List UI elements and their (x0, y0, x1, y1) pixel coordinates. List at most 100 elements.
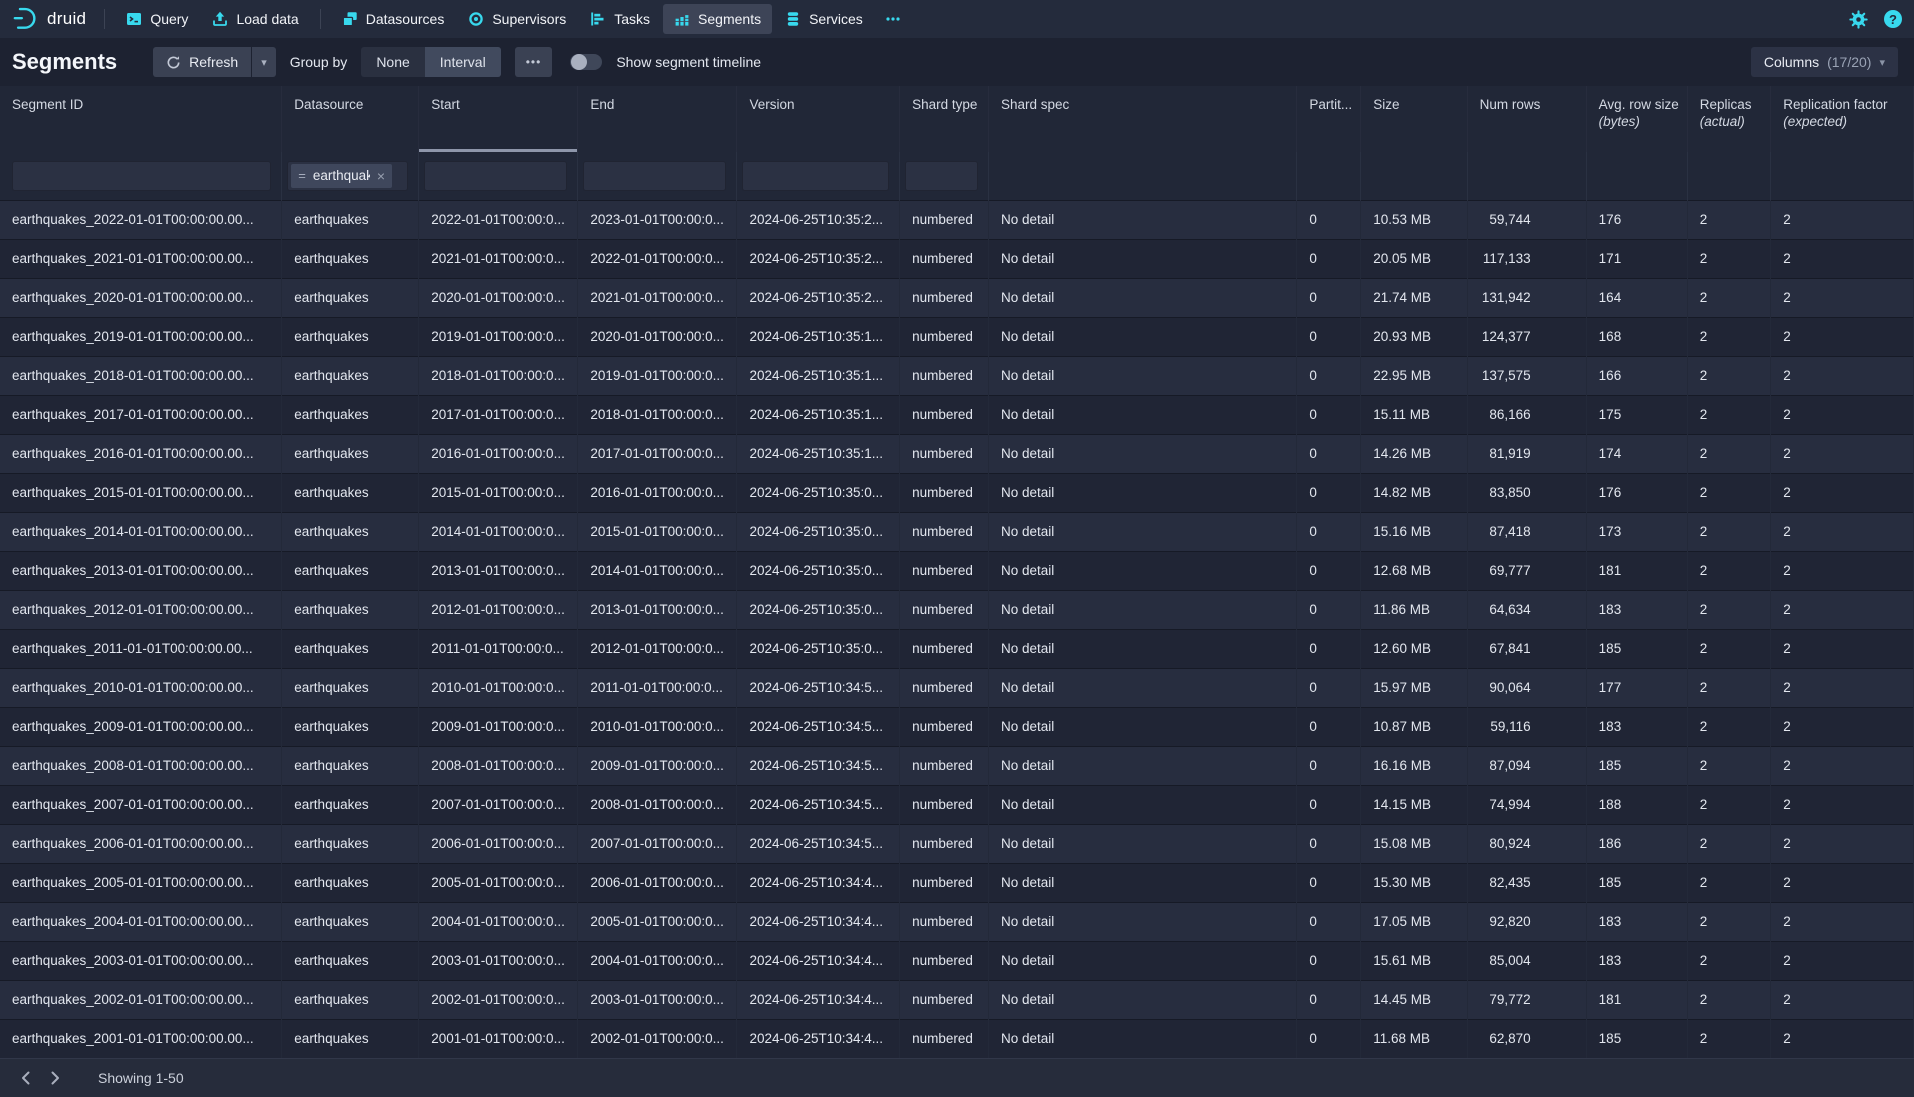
segment-row[interactable]: earthquakes_2005-01-01T00:00:00.00...ear… (0, 863, 1914, 902)
column-header-partit[interactable]: Partit... (1297, 86, 1361, 152)
segment-timeline-toggle[interactable] (570, 54, 602, 70)
previous-page-button[interactable] (10, 1063, 40, 1093)
segment-row[interactable]: earthquakes_2017-01-01T00:00:00.00...ear… (0, 395, 1914, 434)
cell-end: 2014-01-01T00:00:0... (578, 551, 737, 590)
cell-avg-row-size: 173 (1586, 512, 1687, 551)
segment-row[interactable]: earthquakes_2012-01-01T00:00:00.00...ear… (0, 590, 1914, 629)
column-header-replication-factor[interactable]: Replication factor(expected) (1771, 86, 1914, 152)
gear-icon[interactable] (1849, 10, 1868, 29)
segment-row[interactable]: earthquakes_2004-01-01T00:00:00.00...ear… (0, 902, 1914, 941)
filter-row: =earthquakes× (0, 152, 1914, 200)
column-header-end[interactable]: End (578, 86, 737, 152)
cell-segment-id: earthquakes_2012-01-01T00:00:00.00... (0, 590, 282, 629)
nav-item-supervisors[interactable]: Supervisors (457, 4, 577, 34)
segment-row[interactable]: earthquakes_2009-01-01T00:00:00.00...ear… (0, 707, 1914, 746)
druid-logo[interactable]: druid (12, 5, 86, 34)
nav-item-query[interactable]: Query (115, 4, 199, 34)
filter-input-segment-id[interactable] (12, 161, 271, 191)
filter-input-version[interactable] (742, 161, 889, 191)
column-header-start[interactable]: Start (419, 86, 578, 152)
segment-row[interactable]: earthquakes_2018-01-01T00:00:00.00...ear… (0, 356, 1914, 395)
close-icon[interactable]: × (377, 168, 385, 184)
cell-end: 2018-01-01T00:00:0... (578, 395, 737, 434)
nav-item-services[interactable]: Services (774, 4, 874, 34)
cell-shard-type: numbered (900, 239, 989, 278)
cell-replicas: 2 (1687, 629, 1771, 668)
more-icon (885, 11, 901, 27)
segment-row[interactable]: earthquakes_2019-01-01T00:00:00.00...ear… (0, 317, 1914, 356)
segment-row[interactable]: earthquakes_2021-01-01T00:00:00.00...ear… (0, 239, 1914, 278)
segment-row[interactable]: earthquakes_2016-01-01T00:00:00.00...ear… (0, 434, 1914, 473)
more-options-button[interactable]: ••• (515, 47, 553, 77)
cell-shard-type: numbered (900, 1019, 989, 1058)
column-header-size[interactable]: Size (1361, 86, 1467, 152)
cell-datasource: earthquakes (282, 551, 419, 590)
cell-datasource: earthquakes (282, 1019, 419, 1058)
help-icon[interactable]: ? (1884, 10, 1902, 28)
cell-replication-factor: 2 (1771, 941, 1914, 980)
nav-item-datasources[interactable]: Datasources (331, 4, 456, 34)
filter-input-start[interactable] (424, 161, 567, 191)
group-by-option-interval[interactable]: Interval (425, 47, 501, 77)
druid-console: druid QueryLoad data DatasourcesSuperviso… (0, 0, 1914, 1097)
filter-input-end[interactable] (583, 161, 726, 191)
segment-row[interactable]: earthquakes_2003-01-01T00:00:00.00...ear… (0, 941, 1914, 980)
cell-version: 2024-06-25T10:34:5... (737, 668, 900, 707)
cell-start: 2014-01-01T00:00:0... (419, 512, 578, 551)
column-header-version[interactable]: Version (737, 86, 900, 152)
segment-row[interactable]: earthquakes_2008-01-01T00:00:00.00...ear… (0, 746, 1914, 785)
cell-datasource: earthquakes (282, 746, 419, 785)
cell-version: 2024-06-25T10:34:5... (737, 746, 900, 785)
segment-row[interactable]: earthquakes_2007-01-01T00:00:00.00...ear… (0, 785, 1914, 824)
cell-replication-factor: 2 (1771, 863, 1914, 902)
nav-item-segments[interactable]: Segments (663, 4, 772, 34)
cell-start: 2018-01-01T00:00:0... (419, 356, 578, 395)
segment-row[interactable]: earthquakes_2020-01-01T00:00:00.00...ear… (0, 278, 1914, 317)
columns-button[interactable]: Columns (17/20) ▾ (1751, 47, 1898, 77)
cell-end: 2023-01-01T00:00:0... (578, 200, 737, 239)
segment-row[interactable]: earthquakes_2022-01-01T00:00:00.00...ear… (0, 200, 1914, 239)
gantt-icon (590, 11, 606, 27)
refresh-button[interactable]: Refresh (153, 47, 251, 77)
segment-row[interactable]: earthquakes_2014-01-01T00:00:00.00...ear… (0, 512, 1914, 551)
cell-num-rows: 131,942 (1467, 278, 1586, 317)
cell-partit: 0 (1297, 278, 1361, 317)
column-header-num-rows[interactable]: Num rows (1467, 86, 1586, 152)
column-header-segment-id[interactable]: Segment ID (0, 86, 282, 152)
cell-start: 2011-01-01T00:00:0... (419, 629, 578, 668)
next-page-button[interactable] (40, 1063, 70, 1093)
segment-row[interactable]: earthquakes_2001-01-01T00:00:00.00...ear… (0, 1019, 1914, 1058)
filter-input-shard-type[interactable] (905, 161, 978, 191)
segment-row[interactable]: earthquakes_2010-01-01T00:00:00.00...ear… (0, 668, 1914, 707)
nav-item-tasks[interactable]: Tasks (579, 4, 661, 34)
cell-datasource: earthquakes (282, 785, 419, 824)
nav-item-load-data[interactable]: Load data (201, 4, 309, 34)
cell-partit: 0 (1297, 824, 1361, 863)
column-header-shard-type[interactable]: Shard type (900, 86, 989, 152)
cell-replicas: 2 (1687, 434, 1771, 473)
segment-row[interactable]: earthquakes_2006-01-01T00:00:00.00...ear… (0, 824, 1914, 863)
segment-row[interactable]: earthquakes_2015-01-01T00:00:00.00...ear… (0, 473, 1914, 512)
nav-divider (104, 9, 105, 29)
segment-row[interactable]: earthquakes_2013-01-01T00:00:00.00...ear… (0, 551, 1914, 590)
cell-size: 22.95 MB (1361, 356, 1467, 395)
filter-chip[interactable]: =earthquakes× (291, 164, 392, 188)
group-by-option-none[interactable]: None (361, 47, 424, 77)
cell-version: 2024-06-25T10:34:4... (737, 980, 900, 1019)
segment-row[interactable]: earthquakes_2011-01-01T00:00:00.00...ear… (0, 629, 1914, 668)
cell-shard-spec: No detail (988, 395, 1296, 434)
refresh-dropdown-button[interactable]: ▾ (252, 47, 276, 77)
more-icon: ••• (526, 55, 542, 69)
nav-item-more[interactable] (874, 4, 912, 34)
cell-num-rows: 85,004 (1467, 941, 1586, 980)
column-header-shard-spec[interactable]: Shard spec (988, 86, 1296, 152)
cell-replication-factor: 2 (1771, 395, 1914, 434)
cell-version: 2024-06-25T10:35:1... (737, 395, 900, 434)
column-header-avg-row-size[interactable]: Avg. row size(bytes) (1586, 86, 1687, 152)
cell-version: 2024-06-25T10:34:4... (737, 902, 900, 941)
brand-name: druid (47, 9, 86, 29)
column-header-replicas[interactable]: Replicas(actual) (1687, 86, 1771, 152)
filter-input-datasource[interactable]: =earthquakes× (287, 161, 408, 191)
column-header-datasource[interactable]: Datasource (282, 86, 419, 152)
segment-row[interactable]: earthquakes_2002-01-01T00:00:00.00...ear… (0, 980, 1914, 1019)
